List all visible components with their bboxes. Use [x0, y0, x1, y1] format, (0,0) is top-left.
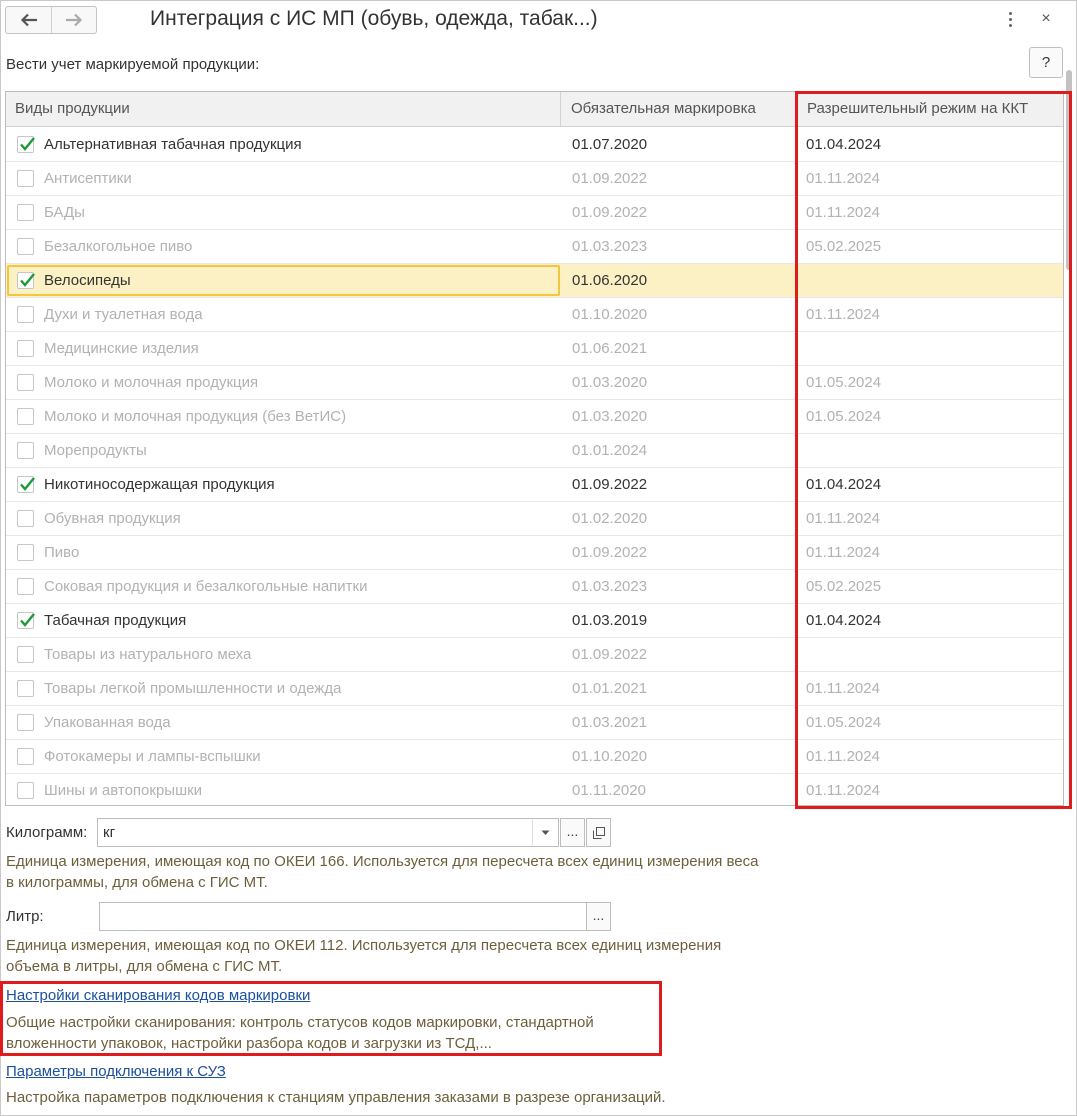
mandatory-marking-date: 01.09.2022: [572, 544, 648, 561]
intro-label: Вести учет маркируемой продукции:: [6, 56, 260, 73]
product-checkbox[interactable]: [17, 714, 34, 731]
mandatory-marking-date: 01.09.2022: [572, 646, 648, 663]
checkmark-icon: [20, 477, 35, 491]
checkmark-icon: [20, 613, 35, 627]
highlight-permissive-column: [795, 91, 1072, 809]
product-type-name: Молоко и молочная продукция: [44, 374, 259, 391]
checkmark-icon: [20, 137, 35, 151]
product-checkbox[interactable]: [17, 374, 34, 391]
product-checkbox[interactable]: [17, 782, 34, 799]
liter-label: Литр:: [6, 908, 44, 925]
product-checkbox[interactable]: [17, 646, 34, 663]
kilogram-select-button[interactable]: ...: [560, 818, 585, 847]
product-type-name: Духи и туалетная вода: [44, 306, 203, 323]
mandatory-marking-date: 01.03.2021: [572, 714, 648, 731]
liter-note: Единица измерения, имеющая код по ОКЕИ 1…: [6, 937, 722, 975]
mandatory-marking-date: 01.10.2020: [572, 748, 648, 765]
open-window-icon: [592, 827, 605, 839]
arrow-right-icon: [66, 13, 83, 27]
chevron-down-icon: [541, 830, 550, 835]
kilogram-open-button[interactable]: [586, 818, 611, 847]
product-type-name: Пиво: [44, 544, 80, 561]
mandatory-marking-date: 01.11.2020: [572, 782, 646, 799]
product-type-name: Шины и автопокрышки: [44, 782, 203, 799]
kilogram-input[interactable]: кг: [97, 818, 533, 847]
mandatory-marking-date: 01.03.2019: [572, 612, 648, 629]
product-type-name: Медицинские изделия: [44, 340, 199, 357]
forward-button[interactable]: [51, 7, 96, 33]
column-header-mandatory-marking[interactable]: Обязательная маркировка: [562, 92, 797, 126]
liter-select-button[interactable]: ...: [586, 902, 611, 931]
suz-note: Настройка параметров подключения к станц…: [6, 1089, 666, 1106]
product-checkbox[interactable]: [17, 748, 34, 765]
product-checkbox[interactable]: [17, 442, 34, 459]
product-checkbox[interactable]: [17, 680, 34, 697]
product-type-name: Табачная продукция: [44, 612, 187, 629]
checkmark-icon: [20, 273, 35, 287]
product-type-name: БАДы: [44, 204, 85, 221]
help-button[interactable]: ?: [1029, 47, 1063, 78]
mandatory-marking-date: 01.09.2022: [572, 170, 648, 187]
product-checkbox[interactable]: [17, 170, 34, 187]
mandatory-marking-date: 01.03.2023: [572, 238, 648, 255]
more-menu-icon[interactable]: [1003, 8, 1017, 30]
product-checkbox[interactable]: [17, 612, 35, 629]
product-checkbox[interactable]: [17, 510, 34, 527]
product-checkbox[interactable]: [17, 476, 35, 493]
product-checkbox[interactable]: [17, 136, 35, 153]
product-type-name: Антисептики: [44, 170, 132, 187]
mandatory-marking-date: 01.02.2020: [572, 510, 648, 527]
kilogram-note: Единица измерения, имеющая код по ОКЕИ 1…: [6, 853, 759, 891]
product-checkbox[interactable]: [17, 544, 34, 561]
mandatory-marking-date: 01.07.2020: [572, 136, 648, 153]
product-type-name: Обувная продукция: [44, 510, 181, 527]
product-type-name: Товары легкой промышленности и одежда: [44, 680, 342, 697]
close-button[interactable]: ×: [1036, 8, 1056, 30]
mandatory-marking-date: 01.03.2020: [572, 374, 648, 391]
product-checkbox[interactable]: [17, 578, 34, 595]
product-checkbox[interactable]: [17, 204, 34, 221]
liter-input[interactable]: [99, 902, 587, 931]
mandatory-marking-date: 01.09.2022: [572, 204, 648, 221]
mandatory-marking-date: 01.06.2021: [572, 340, 648, 357]
product-type-name: Альтернативная табачная продукция: [44, 136, 302, 153]
product-type-name: Безалкогольное пиво: [44, 238, 193, 255]
product-type-name: Упакованная вода: [44, 714, 171, 731]
product-type-name: Фотокамеры и лампы-вспышки: [44, 748, 261, 765]
arrow-left-icon: [20, 13, 37, 27]
back-button[interactable]: [6, 7, 51, 33]
product-type-name: Молоко и молочная продукция (без ВетИС): [44, 408, 347, 425]
mandatory-marking-date: 01.10.2020: [572, 306, 648, 323]
mandatory-marking-date: 01.01.2024: [572, 442, 648, 459]
product-type-name: Морепродукты: [44, 442, 147, 459]
mandatory-marking-date: 01.01.2021: [572, 680, 648, 697]
navigation-buttons: [5, 6, 97, 34]
mandatory-marking-date: 01.03.2020: [572, 408, 648, 425]
column-header-product-type[interactable]: Виды продукции: [6, 92, 561, 126]
mandatory-marking-date: 01.03.2023: [572, 578, 648, 595]
product-checkbox[interactable]: [17, 306, 34, 323]
mandatory-marking-date: 01.06.2020: [572, 272, 648, 289]
product-type-name: Соковая продукция и безалкогольные напит…: [44, 578, 368, 595]
window-title: Интеграция с ИС МП (обувь, одежда, табак…: [150, 7, 598, 30]
kilogram-dropdown-button[interactable]: [532, 818, 559, 847]
kilogram-label: Килограмм:: [6, 824, 88, 841]
highlight-scan-settings: [0, 981, 662, 1056]
product-checkbox[interactable]: [17, 238, 34, 255]
product-type-name: Товары из натурального меха: [44, 646, 252, 663]
mandatory-marking-date: 01.09.2022: [572, 476, 648, 493]
product-checkbox[interactable]: [17, 340, 34, 357]
product-checkbox[interactable]: [17, 408, 34, 425]
product-checkbox[interactable]: [17, 272, 35, 289]
product-type-name: Никотиносодержащая продукция: [44, 476, 275, 493]
product-type-name: Велосипеды: [44, 272, 131, 289]
suz-connection-link[interactable]: Параметры подключения к СУЗ: [6, 1063, 226, 1080]
